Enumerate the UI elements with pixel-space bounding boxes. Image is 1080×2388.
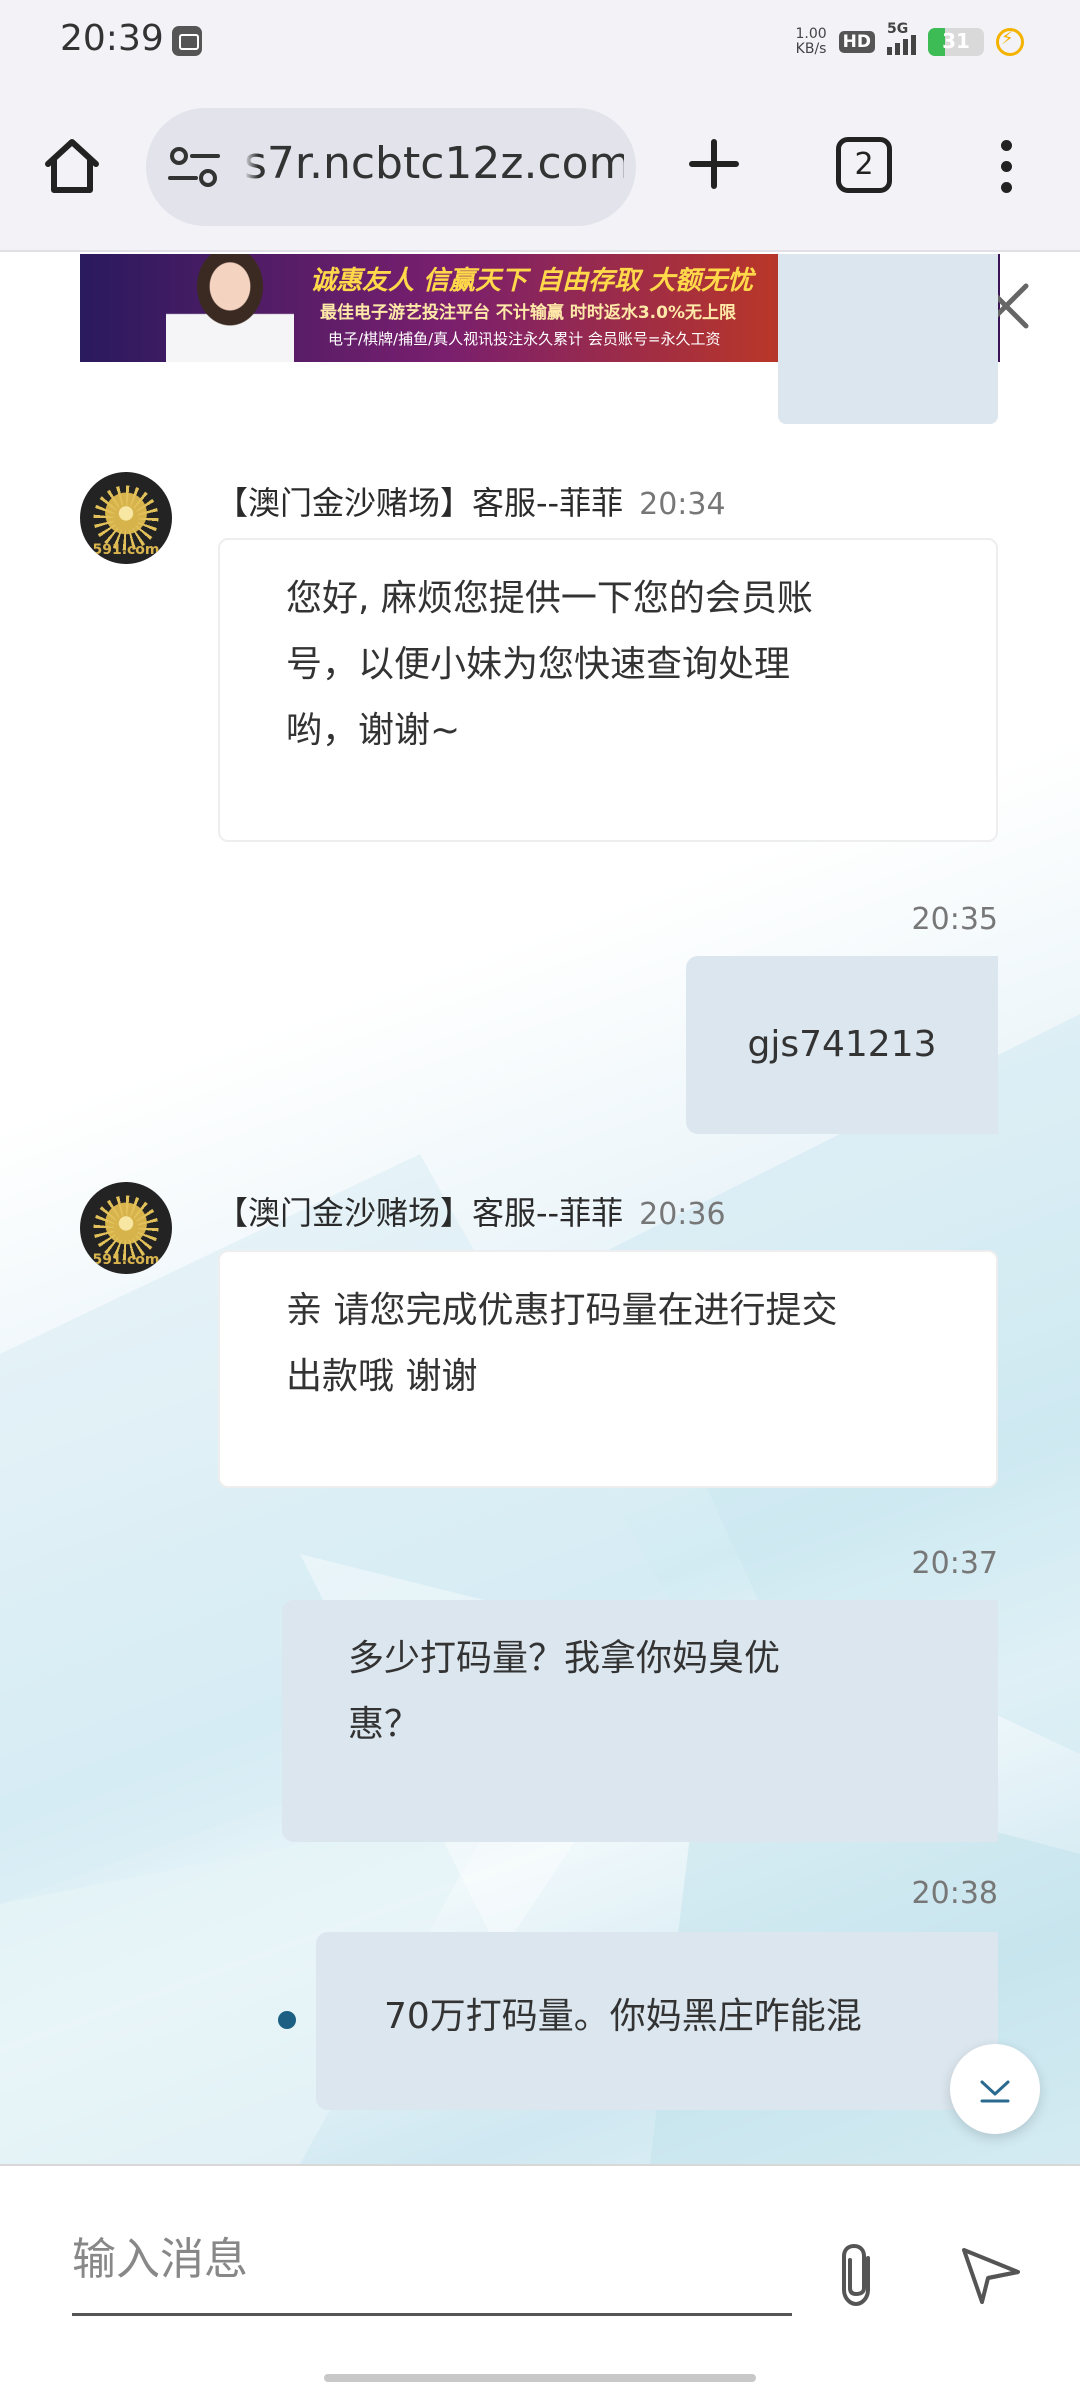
url-text[interactable]: s7r.ncbtc12z.com <box>244 138 624 189</box>
charging-icon <box>996 28 1024 56</box>
message-line: 惠？ <box>348 1704 421 1745</box>
message-time: 20:38 <box>911 1876 998 1911</box>
message-time: 20:34 <box>639 487 726 522</box>
tab-switcher-button[interactable]: 2 <box>836 137 892 193</box>
outgoing-message[interactable]: 多少打码量？我拿你妈臭优 惠？ <box>282 1600 998 1842</box>
network-speed: 1.00 KB/s <box>795 27 826 57</box>
status-bar: 20:39 1.00 KB/s HD 5G 31 <box>0 0 1080 90</box>
outgoing-message[interactable]: gjs741213 <box>686 956 998 1134</box>
url-fade <box>244 128 258 208</box>
message-text: 70万打码量。你妈黑庄咋能混 <box>384 1996 862 2037</box>
browser-toolbar: s7r.ncbtc12z.com 2 <box>0 90 1080 252</box>
status-icons: 1.00 KB/s HD 5G 31 <box>795 21 1024 62</box>
battery-icon: 31 <box>928 28 984 56</box>
hd-badge: HD <box>838 31 875 53</box>
message-time: 20:35 <box>911 902 998 937</box>
home-indicator[interactable] <box>324 2374 756 2382</box>
message-time: 20:36 <box>639 1197 726 1232</box>
message-line: 号，以便小妹为您快速查询处理 <box>286 644 791 685</box>
message-status-dot <box>278 2011 296 2029</box>
avatar-text: 591.com <box>92 1252 160 1268</box>
sender-name: 【澳门金沙赌场】客服--菲菲 <box>216 484 624 522</box>
scroll-to-bottom-button[interactable] <box>950 2044 1040 2134</box>
home-icon <box>45 139 99 193</box>
incoming-message[interactable]: 亲 请您完成优惠打码量在进行提交 出款哦 谢谢 <box>218 1250 998 1488</box>
signal-icon: 5G <box>887 21 916 55</box>
address-bar[interactable]: s7r.ncbtc12z.com <box>146 108 636 226</box>
message-input[interactable] <box>72 2206 792 2316</box>
new-tab-button[interactable] <box>686 136 742 192</box>
sender-name: 【澳门金沙赌场】客服--菲菲 <box>216 1194 624 1232</box>
message-line: 出款哦 谢谢 <box>286 1356 478 1397</box>
home-button[interactable] <box>38 132 106 200</box>
more-vert-icon[interactable] <box>996 140 1016 196</box>
send-button[interactable] <box>958 2244 1024 2306</box>
network-speed-unit: KB/s <box>795 41 827 57</box>
attach-button[interactable] <box>828 2240 888 2310</box>
network-speed-value: 1.00 <box>795 26 827 42</box>
message-text: gjs741213 <box>747 1024 937 1065</box>
agent-avatar[interactable]: 591.com <box>80 1182 172 1274</box>
ad-footer: 电子/棋牌/捕鱼/真人视讯投注永久累计 会员账号=永久工资 <box>328 330 721 348</box>
avatar-text: 591.com <box>92 542 160 558</box>
status-time: 20:39 <box>60 18 164 59</box>
message-composer <box>0 2164 1080 2388</box>
message-line: 您好, 麻烦您提供一下您的会员账 <box>286 578 813 619</box>
message-time: 20:37 <box>911 1546 998 1581</box>
message-sender: 【澳门金沙赌场】客服--菲菲 20:34 <box>216 478 726 524</box>
message-sender: 【澳门金沙赌场】客服--菲菲 20:36 <box>216 1188 726 1234</box>
previous-message-fragment <box>778 254 998 424</box>
ad-headline: 诚惠友人 信赢天下 自由存取 大额无忧 <box>310 266 754 296</box>
message-line: 哟，谢谢~ <box>286 710 461 751</box>
network-type: 5G <box>887 21 909 37</box>
message-line: 亲 请您完成优惠打码量在进行提交 <box>286 1290 838 1331</box>
ad-subline: 最佳电子游艺投注平台 不计输赢 时时返水3.0%无上限 <box>320 303 736 323</box>
chevron-down-icon <box>980 2080 1010 2103</box>
message-line: 多少打码量？我拿你妈臭优 <box>348 1638 781 1679</box>
battery-level: 31 <box>942 29 970 53</box>
tune-icon[interactable] <box>168 146 220 188</box>
notification-app-icon <box>172 26 202 56</box>
plus-icon <box>689 139 739 189</box>
chat-area[interactable]: 诚惠友人 信赢天下 自由存取 大额无忧 最佳电子游艺投注平台 不计输赢 时时返水… <box>0 254 1080 2164</box>
send-icon <box>962 2248 1020 2304</box>
agent-avatar[interactable]: 591.com <box>80 472 172 564</box>
incoming-message[interactable]: 您好, 麻烦您提供一下您的会员账 号，以便小妹为您快速查询处理 哟，谢谢~ <box>218 538 998 842</box>
paperclip-icon <box>842 2243 870 2307</box>
ad-person-image <box>166 254 294 362</box>
outgoing-message[interactable]: 70万打码量。你妈黑庄咋能混 <box>316 1932 998 2110</box>
